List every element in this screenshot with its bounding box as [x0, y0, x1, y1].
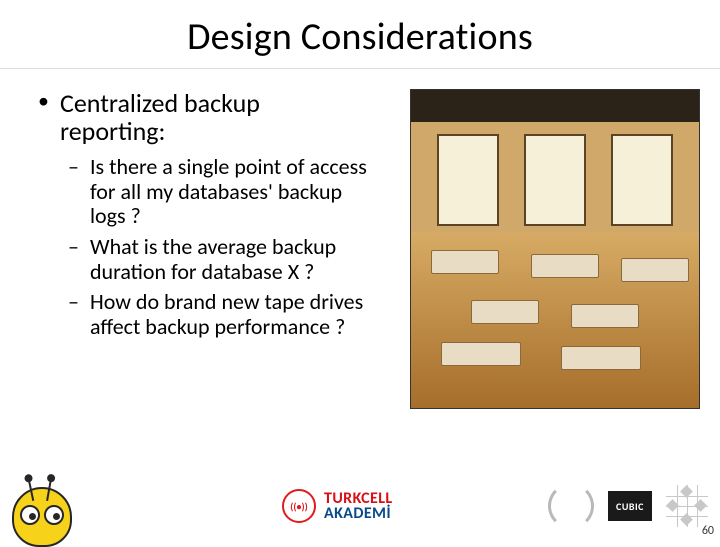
- content-area: Centralized backup reporting: Is there a…: [0, 69, 720, 409]
- slide-title: Design Considerations: [0, 14, 720, 60]
- turkcell-akademi-logo: ((•)) TURKCELL AKADEMİ: [282, 489, 393, 523]
- bee-mascot-icon: [12, 475, 88, 537]
- brand-line2: AKADEMİ: [324, 506, 393, 521]
- signal-icon: ((•)): [282, 489, 316, 523]
- footer: ((•)) TURKCELL AKADEMİ CUBIC: [0, 472, 720, 540]
- text-column: Centralized backup reporting: Is there a…: [38, 89, 378, 409]
- bullet-lvl2: Is there a single point of access for al…: [60, 155, 368, 229]
- wreath-icon: [548, 483, 594, 529]
- image-column: [378, 89, 700, 409]
- grid-logo-icon: [666, 485, 708, 527]
- bullet-lvl1: Centralized backup reporting: Is there a…: [38, 89, 368, 340]
- cubic-logo: CUBIC: [608, 491, 652, 521]
- title-area: Design Considerations: [0, 0, 720, 69]
- classroom-photo: [410, 89, 700, 409]
- bullet-lvl2: What is the average backup duration for …: [60, 235, 368, 284]
- bullet-lvl2: How do brand new tape drives affect back…: [60, 290, 368, 339]
- page-number: 60: [702, 524, 714, 538]
- bullet-lvl1-text: Centralized backup reporting:: [60, 87, 260, 147]
